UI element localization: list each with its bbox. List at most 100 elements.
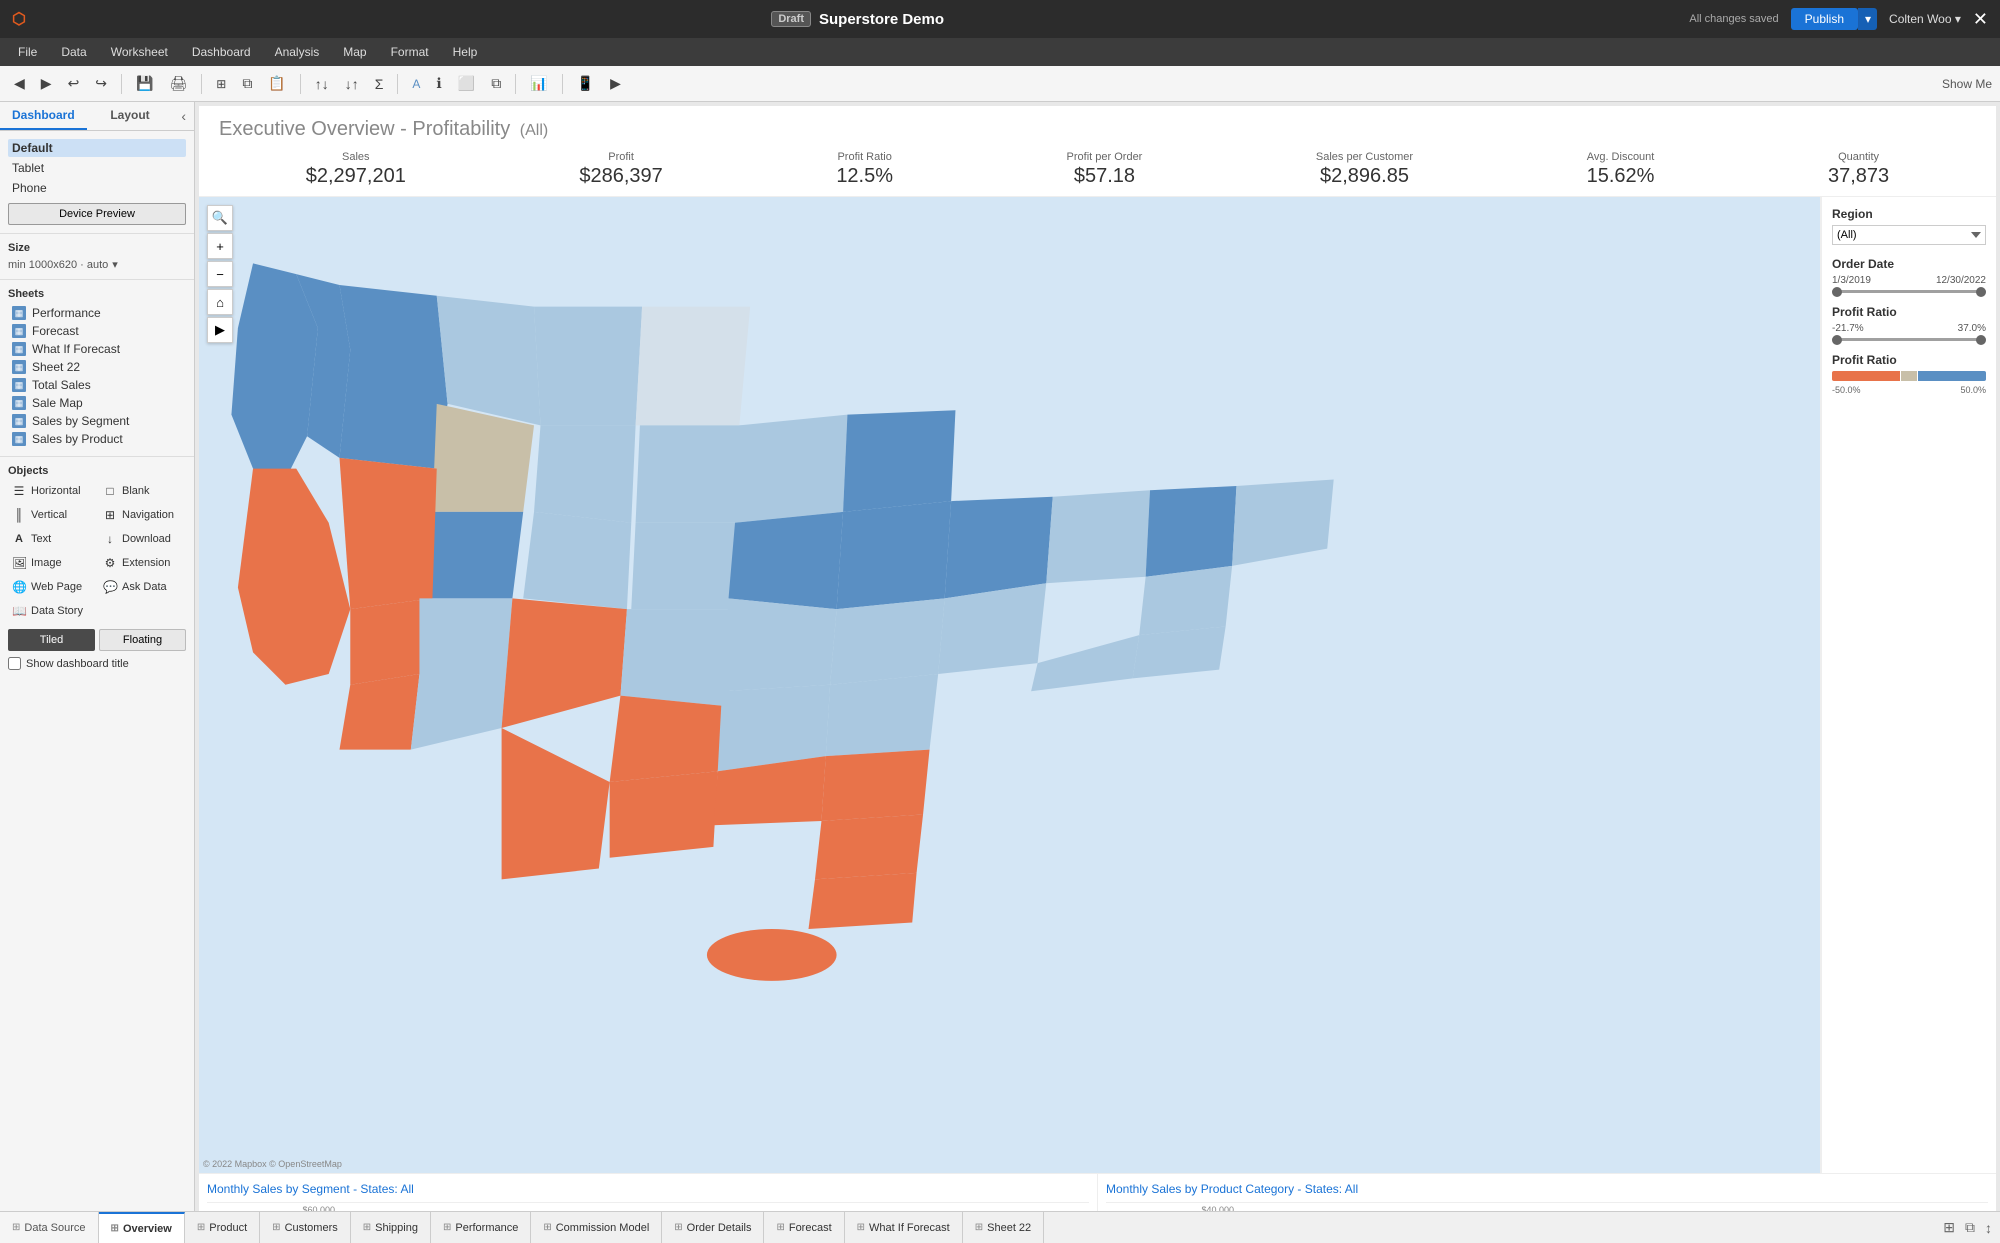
state-mo[interactable] — [620, 609, 735, 706]
date-slider-right-handle[interactable] — [1976, 287, 1986, 297]
redo-button[interactable]: ↪ — [89, 71, 113, 96]
paste-button[interactable]: 📋 — [262, 71, 291, 96]
tab-sheet22[interactable]: ⊞ Sheet 22 — [963, 1212, 1044, 1243]
object-vertical[interactable]: ║ Vertical — [8, 505, 95, 525]
new-worksheet-button[interactable]: ⊞ — [210, 73, 232, 95]
map-zoom-in-button[interactable]: + — [207, 233, 233, 259]
sheet-item-salemap[interactable]: ▦ Sale Map — [8, 394, 186, 412]
profit-ratio-slider[interactable] — [1832, 338, 1986, 341]
back-button[interactable]: ◀ — [8, 71, 31, 96]
mark-label-button[interactable]: A — [406, 73, 426, 95]
state-nd[interactable] — [534, 307, 642, 426]
state-la[interactable] — [610, 771, 718, 857]
tab-performance[interactable]: ⊞ Performance — [431, 1212, 531, 1243]
device-preview-button[interactable]: Device Preview — [8, 203, 186, 225]
user-menu[interactable]: Colten Woo ▾ — [1889, 12, 1961, 26]
object-blank[interactable]: □ Blank — [99, 481, 186, 501]
state-fl[interactable] — [808, 873, 916, 929]
profit-ratio-right-handle[interactable] — [1976, 335, 1986, 345]
date-slider[interactable] — [1832, 290, 1986, 293]
profit-ratio-left-handle[interactable] — [1832, 335, 1842, 345]
state-pa[interactable] — [1046, 490, 1150, 583]
state-co[interactable] — [419, 512, 523, 598]
state-tx[interactable] — [502, 728, 610, 879]
device-option-phone[interactable]: Phone — [8, 179, 186, 197]
state-wv[interactable] — [830, 598, 945, 684]
map-home-button[interactable]: ⌂ — [207, 289, 233, 315]
object-navigation[interactable]: ⊞ Navigation — [99, 505, 186, 525]
state-me[interactable] — [1232, 479, 1334, 565]
menu-help[interactable]: Help — [443, 43, 488, 61]
menu-analysis[interactable]: Analysis — [265, 43, 330, 61]
menu-map[interactable]: Map — [333, 43, 376, 61]
state-ia[interactable] — [631, 523, 743, 609]
tab-whatif[interactable]: ⊞ What If Forecast — [845, 1212, 963, 1243]
object-extension[interactable]: ⚙ Extension — [99, 553, 186, 573]
sheet-item-totalsales[interactable]: ▦ Total Sales — [8, 376, 186, 394]
device-preview-toolbar[interactable]: 📱 — [571, 71, 600, 96]
sheet-item-salesbyproduct[interactable]: ▦ Sales by Product — [8, 430, 186, 448]
state-mi[interactable] — [843, 410, 955, 512]
date-slider-left-handle[interactable] — [1832, 287, 1842, 297]
state-il[interactable] — [729, 512, 844, 609]
state-nj[interactable] — [1139, 566, 1232, 635]
tab-product[interactable]: ⊞ Product — [185, 1212, 260, 1243]
tab-forecast[interactable]: ⊞ Forecast — [764, 1212, 844, 1243]
menu-dashboard[interactable]: Dashboard — [182, 43, 261, 61]
copy-button[interactable]: ⧉ — [236, 71, 258, 96]
undo-button[interactable]: ↩ — [62, 71, 86, 96]
forward-button[interactable]: ▶ — [35, 71, 58, 96]
show-title-checkbox[interactable] — [8, 657, 21, 670]
sort-desc-button[interactable]: ↓↑ — [339, 72, 365, 96]
map-play-button[interactable]: ▶ — [207, 317, 233, 343]
object-download[interactable]: ↓ Download — [99, 529, 186, 549]
state-ne[interactable] — [636, 425, 744, 522]
dashboard-area[interactable]: Executive Overview - Profitability (All)… — [195, 102, 2000, 1211]
save-button[interactable]: 💾 — [130, 71, 159, 96]
object-image[interactable]: 🖼 Image — [8, 553, 95, 573]
state-md[interactable] — [1031, 635, 1139, 691]
present-button[interactable]: ▶ — [604, 71, 627, 96]
menu-format[interactable]: Format — [381, 43, 439, 61]
tab-overview[interactable]: ⊞ Overview — [99, 1212, 185, 1243]
tab-customers[interactable]: ⊞ Customers — [260, 1212, 351, 1243]
format-button[interactable]: ⬜ — [452, 71, 481, 96]
state-oh[interactable] — [945, 497, 1053, 599]
state-wa[interactable] — [231, 263, 317, 479]
map-zoom-out-button[interactable]: − — [207, 261, 233, 287]
state-sd[interactable] — [534, 425, 636, 522]
tiled-button[interactable]: Tiled — [8, 629, 95, 651]
object-text[interactable]: A Text — [8, 529, 95, 549]
object-webpage[interactable]: 🌐 Web Page — [8, 577, 95, 597]
tab-shipping[interactable]: ⊞ Shipping — [351, 1212, 431, 1243]
state-nc[interactable] — [826, 674, 938, 756]
print-button[interactable]: 🖨 — [163, 71, 193, 96]
duplicate-sheet-button[interactable]: ⧉ — [1961, 1217, 1979, 1238]
chart-type-button[interactable]: 📊 — [524, 71, 553, 96]
state-id[interactable] — [339, 285, 447, 469]
publish-button[interactable]: Publish — [1791, 8, 1858, 30]
tab-commission[interactable]: ⊞ Commission Model — [531, 1212, 662, 1243]
floating-button[interactable]: Floating — [99, 629, 186, 651]
tab-order-details[interactable]: ⊞ Order Details — [662, 1212, 764, 1243]
device-option-tablet[interactable]: Tablet — [8, 159, 186, 177]
state-ok[interactable] — [502, 598, 627, 728]
size-select[interactable]: min 1000x620 · auto ▾ — [8, 258, 186, 271]
sidebar-collapse[interactable]: ‹ — [173, 102, 194, 130]
object-horizontal[interactable]: ☰ Horizontal — [8, 481, 95, 501]
sheet-item-forecast[interactable]: ▦ Forecast — [8, 322, 186, 340]
borders-button[interactable]: ⧉ — [485, 71, 507, 96]
aggregate-button[interactable]: Σ — [369, 72, 390, 96]
sheet-item-sheet22[interactable]: ▦ Sheet 22 — [8, 358, 186, 376]
state-mt[interactable] — [437, 296, 541, 426]
state-ks[interactable] — [523, 512, 631, 609]
object-datastory[interactable]: 📖 Data Story — [8, 601, 186, 621]
state-wi[interactable] — [735, 415, 847, 523]
menu-data[interactable]: Data — [51, 43, 96, 61]
menu-worksheet[interactable]: Worksheet — [101, 43, 178, 61]
layout-tab[interactable]: Layout — [87, 102, 174, 130]
menu-file[interactable]: File — [8, 43, 47, 61]
dashboard-tab[interactable]: Dashboard — [0, 102, 87, 130]
publish-dropdown-button[interactable]: ▾ — [1858, 8, 1877, 30]
tooltip-button[interactable]: ℹ — [430, 71, 447, 96]
